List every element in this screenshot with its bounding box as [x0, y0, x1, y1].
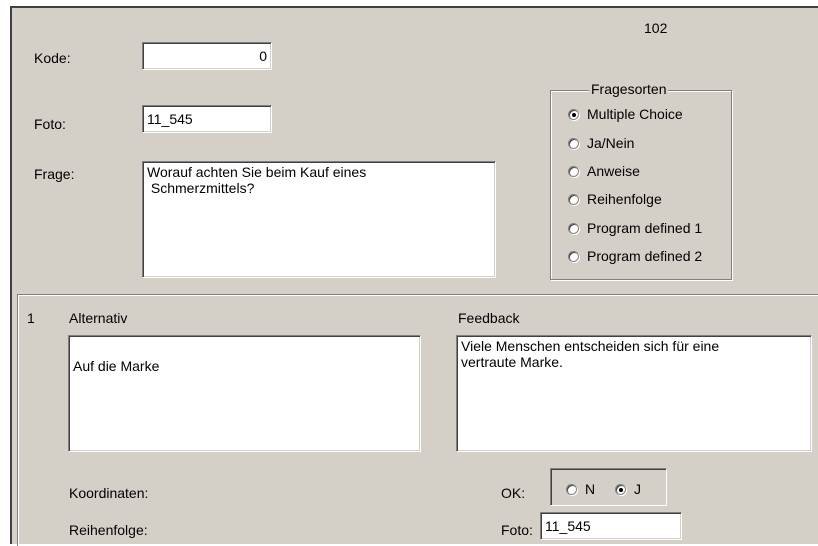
alternative-foto-field[interactable]: 11_545	[540, 512, 682, 540]
feedback-textarea[interactable]: Viele Menschen entscheiden sich für eine…	[456, 335, 812, 452]
radio-label: Reihenfolge	[587, 191, 662, 207]
radio-indicator	[568, 165, 579, 177]
koordinaten-label: Koordinaten:	[69, 485, 149, 501]
kode-label: Kode:	[34, 50, 71, 66]
radio-label: Program defined 1	[587, 220, 703, 236]
radio-multiple-choice[interactable]: Multiple Choice	[568, 106, 683, 122]
alternative-foto-label: Foto:	[501, 522, 533, 538]
radio-indicator	[566, 483, 577, 495]
radio-label: Anweise	[587, 163, 640, 179]
feedback-label: Feedback	[458, 310, 520, 326]
foto-field[interactable]: 11_545	[142, 105, 272, 133]
frage-label: Frage:	[34, 166, 75, 182]
radio-label: N	[585, 481, 596, 497]
radio-reihenfolge[interactable]: Reihenfolge	[568, 191, 662, 207]
radio-program-defined-2[interactable]: Program defined 2	[568, 248, 702, 264]
record-number: 102	[644, 20, 668, 36]
question-editor-window: 102 Kode: 0 Foto: 11_545 Frage: Worauf a…	[10, 6, 818, 546]
reihenfolge-label: Reihenfolge:	[69, 522, 148, 538]
radio-label: Multiple Choice	[587, 106, 683, 122]
alternative-number: 1	[27, 310, 35, 326]
frage-textarea[interactable]: Worauf achten Sie beim Kauf eines Schmer…	[142, 161, 496, 278]
radio-label: Ja/Nein	[587, 135, 635, 151]
radio-indicator	[568, 222, 579, 234]
fragesorten-title: Fragesorten	[589, 81, 669, 97]
radio-indicator	[568, 250, 579, 262]
radio-program-defined-1[interactable]: Program defined 1	[568, 220, 702, 236]
ok-radio-j[interactable]: J	[615, 481, 641, 497]
radio-indicator	[568, 108, 579, 120]
radio-label: Program defined 2	[587, 248, 703, 264]
alternativ-label: Alternativ	[69, 310, 128, 326]
radio-indicator	[568, 137, 579, 149]
ok-radio-n[interactable]: N	[566, 481, 595, 497]
radio-anweise[interactable]: Anweise	[568, 163, 640, 179]
kode-field[interactable]: 0	[142, 42, 272, 70]
ok-label: OK:	[501, 485, 526, 501]
radio-indicator	[615, 483, 626, 495]
radio-label: J	[634, 481, 641, 497]
alternativ-textarea[interactable]: Auf die Marke	[68, 335, 421, 452]
radio-indicator	[568, 193, 579, 205]
foto-label: Foto:	[34, 116, 66, 132]
radio-ja-nein[interactable]: Ja/Nein	[568, 135, 634, 151]
